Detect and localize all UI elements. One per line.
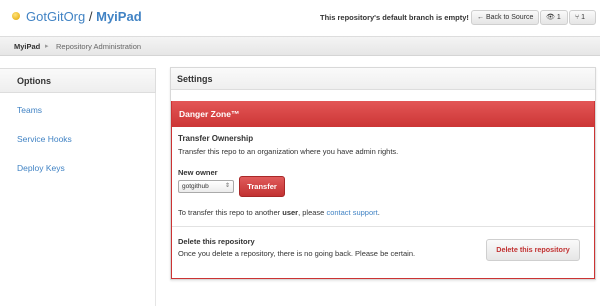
contact-support-link[interactable]: contact support <box>326 208 377 217</box>
danger-zone: Danger Zone™ Transfer Ownership Transfer… <box>171 101 595 279</box>
select-chevron-icon: ⇕ <box>224 183 230 189</box>
transfer-button[interactable]: Transfer <box>239 176 285 197</box>
delete-repository-button[interactable]: Delete this repository <box>486 239 580 261</box>
repo-owner-link[interactable]: GotGitOrg <box>26 9 85 24</box>
settings-header: Settings <box>171 68 595 90</box>
danger-zone-header: Danger Zone™ <box>172 101 594 127</box>
back-to-source-button[interactable]: ← Back to Source <box>471 10 540 25</box>
repo-header: GotGitOrg / MyiPad This repository's def… <box>0 0 600 33</box>
new-owner-select[interactable]: gotgithub ⇕ <box>178 180 234 193</box>
transfer-note-mid: , please <box>298 208 327 217</box>
sidebar-item-service-hooks[interactable]: Service Hooks <box>17 134 72 144</box>
repo-name-link[interactable]: MyiPad <box>96 9 142 24</box>
danger-zone-title: Danger Zone™ <box>179 109 240 119</box>
transfer-note-suffix: . <box>377 208 380 217</box>
transfer-ownership-heading: Transfer Ownership <box>178 134 254 143</box>
delete-repo-heading: Delete this repository <box>178 237 255 246</box>
transfer-note-user: user <box>282 208 299 217</box>
empty-branch-message: This repository's default branch is empt… <box>320 13 469 22</box>
breadcrumb-arrow-icon: ▸ <box>45 43 49 50</box>
sidebar-item-teams[interactable]: Teams <box>17 105 42 115</box>
delete-repo-description: Once you delete a repository, there is n… <box>178 249 416 258</box>
repo-title: GotGitOrg / MyiPad <box>26 9 142 24</box>
fork-button[interactable]: ⑂ 1 <box>569 10 596 25</box>
watch-button[interactable]: 👁 1 <box>540 10 568 25</box>
sidebar-item-options[interactable]: Options <box>0 68 156 93</box>
settings-title: Settings <box>177 74 213 84</box>
breadcrumb-repo-link[interactable]: MyiPad <box>14 42 40 51</box>
settings-panel: Settings Danger Zone™ Transfer Ownership… <box>170 67 596 280</box>
admin-sidebar: Options Teams Service Hooks Deploy Keys <box>0 68 156 306</box>
sidebar-options-label: Options <box>17 76 51 86</box>
transfer-note-prefix: To transfer this repo to another <box>178 208 283 217</box>
transfer-ownership-description: Transfer this repo to an organization wh… <box>178 147 399 156</box>
repo-title-separator: / <box>88 9 93 24</box>
breadcrumb-current-page: Repository Administration <box>56 42 142 51</box>
sidebar-item-deploy-keys[interactable]: Deploy Keys <box>17 163 65 173</box>
section-divider <box>172 226 594 227</box>
new-owner-value: gotgithub <box>182 183 209 190</box>
repo-star-icon <box>12 12 20 20</box>
breadcrumb: MyiPad ▸ Repository Administration <box>0 36 600 56</box>
transfer-note: To transfer this repo to another user, p… <box>178 208 380 217</box>
new-owner-label: New owner <box>178 168 218 177</box>
